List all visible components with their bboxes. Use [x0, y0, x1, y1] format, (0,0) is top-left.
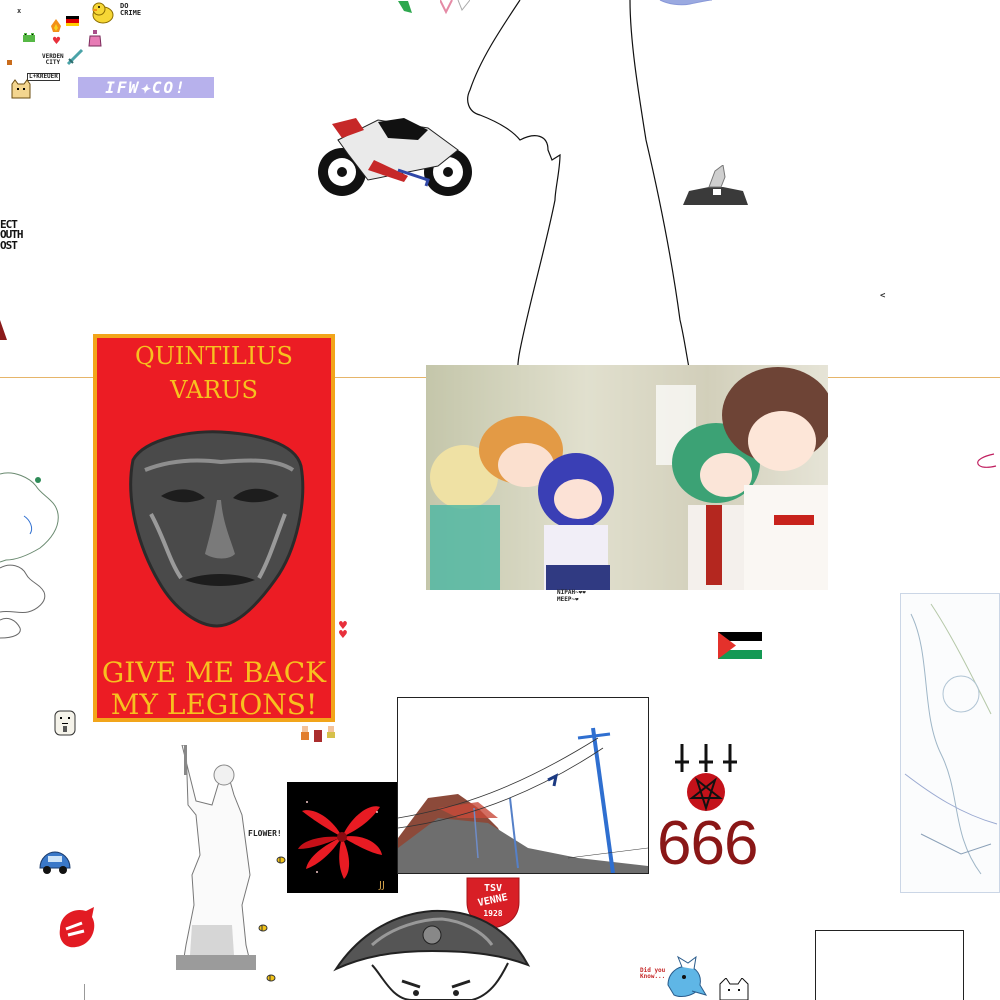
- anime-caption-line2: MEEP~❤: [557, 596, 579, 603]
- power-line-sketch: [397, 697, 649, 874]
- poster-title-line1: QUINTILIUS: [135, 342, 293, 370]
- roman-mask-icon: [129, 430, 305, 628]
- poster-bottom-line1: GIVE ME BACK: [101, 656, 327, 689]
- quintilius-varus-poster: QUINTILIUS VARUS GIVE ME BACK MY LEGIONS…: [93, 334, 335, 722]
- pirate-character-image: [332, 905, 532, 1000]
- white-cat-icon: [718, 977, 750, 1000]
- ghost-icon: [54, 710, 76, 740]
- flower-label: FLOWER!: [248, 829, 282, 838]
- hat-figure-fragment: [683, 164, 749, 211]
- palestine-flag-icon: [718, 632, 762, 663]
- sketch-fragment-right: [900, 593, 1000, 893]
- beetle-car-icon: [38, 850, 72, 880]
- bee-icon: [276, 850, 286, 869]
- empty-outlined-box: [815, 930, 964, 1000]
- anime-art-image: [426, 365, 828, 590]
- poster-bottom-line2: MY LEGIONS!: [110, 688, 318, 721]
- heart-icon: ♥ ♥: [338, 619, 348, 641]
- number-666: 666: [657, 809, 758, 878]
- tiny-people-icon: [300, 724, 340, 750]
- svg-text:JJ: JJ: [378, 880, 385, 891]
- motorcycle-icon: [308, 110, 478, 206]
- pink-scribble: [977, 453, 997, 468]
- pixel-canvas[interactable]: x ♥ DO CRIME VERDEN CITY L+KREUER IFW✦CO…: [0, 0, 1000, 1000]
- bee-icon: [258, 918, 268, 937]
- red-bird-logo: [52, 905, 100, 955]
- lone-chevron: <: [880, 291, 886, 301]
- spider-lily-image: JJ: [287, 782, 398, 893]
- poster-title-line2: VARUS: [170, 376, 258, 404]
- vaporeon-icon: [662, 955, 708, 1000]
- gray-fragment: [84, 984, 99, 1000]
- map-outline: [0, 472, 59, 639]
- statue-image: [172, 744, 262, 974]
- bee-icon: [266, 968, 276, 987]
